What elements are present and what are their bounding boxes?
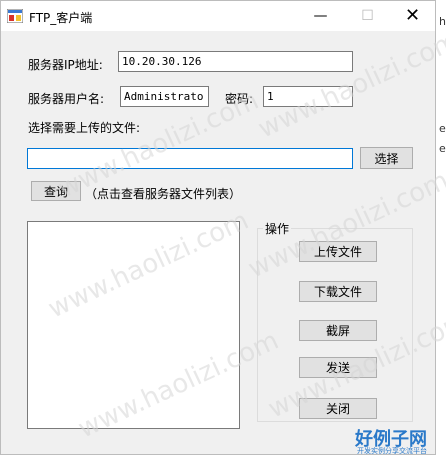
screenshot-button[interactable]: 截屏 — [299, 320, 377, 341]
server-ip-label: 服务器IP地址: — [28, 58, 103, 72]
server-user-input[interactable] — [120, 86, 209, 107]
background-text: e — [439, 122, 446, 135]
close-window-button[interactable]: ✕ — [390, 1, 435, 31]
server-user-label: 服务器用户名: — [28, 92, 105, 106]
background-text: e — [439, 142, 446, 155]
app-icon — [7, 9, 23, 23]
download-file-button[interactable]: 下载文件 — [299, 281, 377, 302]
background-window-edge — [437, 0, 446, 463]
title-bar[interactable]: FTP_客户端 — ☐ ✕ — [1, 1, 435, 31]
maximize-button[interactable]: ☐ — [345, 1, 390, 31]
select-file-button[interactable]: 选择 — [360, 147, 413, 169]
minimize-button[interactable]: — — [298, 1, 343, 31]
operations-group-title: 操作 — [263, 220, 292, 237]
window-title: FTP_客户端 — [29, 11, 93, 25]
background-text: hi — [439, 15, 446, 28]
server-ip-input[interactable] — [118, 51, 353, 72]
query-hint: （点击查看服务器文件列表） — [85, 187, 242, 201]
brand-subtitle: 开发实例分享交流平台 — [357, 447, 427, 455]
upload-file-label: 选择需要上传的文件: — [28, 121, 141, 135]
